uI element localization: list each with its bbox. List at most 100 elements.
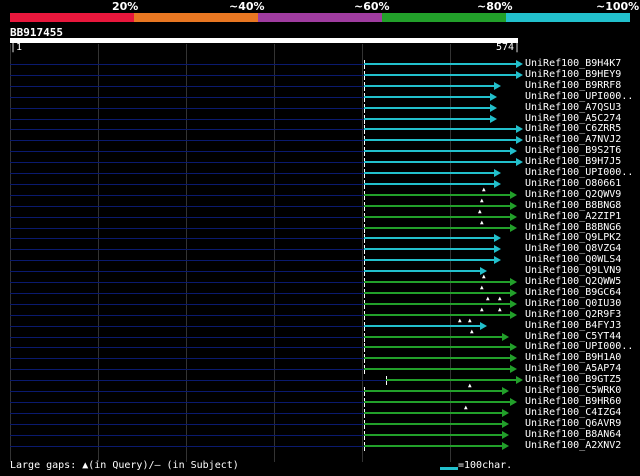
hit-arrow-icon [480,322,487,330]
hit-bar[interactable] [364,292,510,294]
hit-arrow-icon [494,245,501,253]
hit-arrow-icon [502,333,509,341]
hit-arrow-icon [502,409,509,417]
hit-label[interactable]: UniRef100_A5AP74 [525,363,621,374]
hit-bar[interactable] [364,401,510,403]
hit-bar[interactable] [364,128,516,130]
hit-bar[interactable] [386,379,516,381]
hit-arrow-icon [510,354,517,362]
hit-label[interactable]: UniRef100_Q2QWV9 [525,189,621,200]
hit-row-track [10,195,364,196]
hit-bar[interactable] [364,74,516,76]
hit-bar[interactable] [364,96,490,98]
hit-label[interactable]: UniRef100_B4FYJ3 [525,320,621,331]
hit-bar[interactable] [364,194,510,196]
hit-label[interactable]: UniRef100_B9H1A0 [525,352,621,363]
hit-bar[interactable] [364,325,480,327]
hit-label[interactable]: UniRef100_B9H4K7 [525,58,621,69]
hit-bar[interactable] [364,434,502,436]
hit-label[interactable]: UniRef100_C6ZRR5 [525,123,621,134]
hit-bar[interactable] [364,314,510,316]
hit-bar[interactable] [364,183,494,185]
hit-bar[interactable] [364,150,510,152]
hit-bar[interactable] [364,118,490,120]
hit-bar[interactable] [364,412,502,414]
hit-label[interactable]: UniRef100_B9HR60 [525,396,621,407]
guide-line [98,44,99,462]
hit-label[interactable]: UniRef100_B9HEY9 [525,69,621,80]
hit-label[interactable]: UniRef100_Q9LPK2 [525,232,621,243]
legend-label-20: 20% [112,0,139,13]
hit-label[interactable]: UniRef100_B9S2T6 [525,145,621,156]
hit-bar[interactable] [364,259,494,261]
hit-row-track [10,249,364,250]
hit-row-track [10,184,364,185]
hit-bar[interactable] [364,445,502,447]
hit-bar[interactable] [364,368,510,370]
legend-label-100: ~100% [596,0,640,13]
hit-label[interactable]: UniRef100_A7QSU3 [525,102,621,113]
hit-bar[interactable] [364,216,510,218]
hit-arrow-icon [516,60,523,68]
hit-label[interactable]: UniRef100_O80661 [525,178,621,189]
hit-row-track [10,446,364,447]
hit-label[interactable]: UniRef100_UPI000.. [525,91,633,102]
hit-row-track [10,347,364,348]
hit-label[interactable]: UniRef100_UPI000.. [525,341,633,352]
hit-row-track [10,293,364,294]
hit-row-track [10,119,364,120]
hit-arrow-icon [510,398,517,406]
hit-bar[interactable] [364,172,494,174]
hit-label[interactable]: UniRef100_A7NVJ2 [525,134,621,145]
hit-bar[interactable] [364,248,494,250]
hit-label[interactable]: UniRef100_B8AN64 [525,429,621,440]
hit-bar[interactable] [364,85,494,87]
hit-bar[interactable] [364,423,502,425]
hit-arrow-icon [502,442,509,450]
hit-label[interactable]: UniRef100_A2ZIP1 [525,211,621,222]
hit-label[interactable]: UniRef100_Q2R9F3 [525,309,621,320]
hit-arrow-icon [510,343,517,351]
hit-arrow-icon [510,278,517,286]
hit-label[interactable]: UniRef100_C5WRK0 [525,385,621,396]
hit-label[interactable]: UniRef100_C4IZG4 [525,407,621,418]
hit-bar[interactable] [364,205,510,207]
hit-row-track [10,217,364,218]
legend-segment [382,13,506,22]
hit-row-track [10,326,364,327]
hit-bar[interactable] [364,227,510,229]
hit-bar[interactable] [364,63,516,65]
hit-row-track [10,206,364,207]
hit-bar[interactable] [364,390,502,392]
hit-bar[interactable] [364,336,502,338]
hit-bar[interactable] [364,161,516,163]
hit-bar[interactable] [364,346,510,348]
hit-label[interactable]: UniRef100_A2XNV2 [525,440,621,451]
hit-row-track [10,97,364,98]
hit-label[interactable]: UniRef100_UPI000.. [525,167,633,178]
hit-label[interactable]: UniRef100_Q6AVR9 [525,418,621,429]
hit-label[interactable]: UniRef100_B9GTZ5 [525,374,621,385]
hit-label[interactable]: UniRef100_Q0WLS4 [525,254,621,265]
hit-label[interactable]: UniRef100_Q0IU30 [525,298,621,309]
query-bar [10,38,518,43]
hit-label[interactable]: UniRef100_B9RRF8 [525,80,621,91]
hit-arrow-icon [502,431,509,439]
hit-arrow-icon [510,191,517,199]
hit-label[interactable]: UniRef100_Q9LVN9 [525,265,621,276]
hit-bar[interactable] [364,237,494,239]
hit-bar[interactable] [364,357,510,359]
hit-bar[interactable] [364,139,516,141]
hit-row-track [10,413,364,414]
hit-bar[interactable] [364,303,510,305]
hit-label[interactable]: UniRef100_Q2QWW5 [525,276,621,287]
hit-bar[interactable] [364,107,490,109]
hit-label[interactable]: UniRef100_B8BNG8 [525,200,621,211]
hit-label[interactable]: UniRef100_Q8VZG4 [525,243,621,254]
hit-row-track [10,129,364,130]
hit-arrow-icon [516,136,523,144]
hit-bar[interactable] [364,281,510,283]
hit-bar[interactable] [364,270,480,272]
hit-label[interactable]: UniRef100_B9H7J5 [525,156,621,167]
hit-label[interactable]: UniRef100_B9GC64 [525,287,621,298]
